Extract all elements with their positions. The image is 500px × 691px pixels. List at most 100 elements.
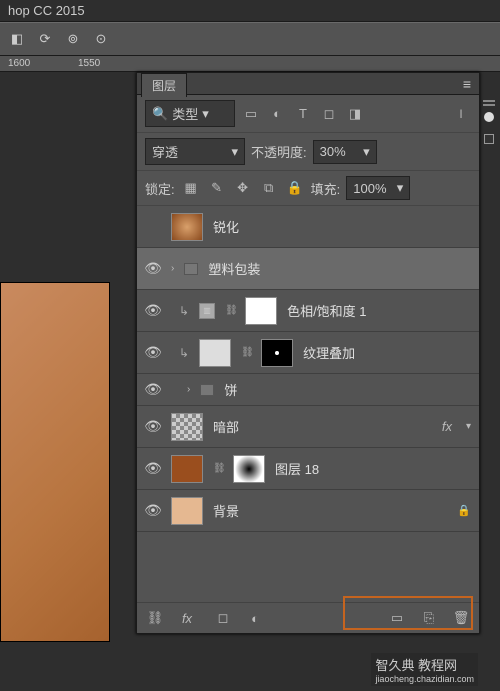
layer-name[interactable]: 锐化 bbox=[213, 217, 471, 236]
lock-transparency-icon[interactable]: ▦ bbox=[181, 179, 201, 197]
tool-icon-4[interactable]: ⊙ bbox=[90, 28, 112, 50]
layer-mask-thumbnail[interactable] bbox=[233, 455, 265, 483]
layer-thumbnail[interactable] bbox=[199, 339, 231, 367]
layer-name[interactable]: 塑料包装 bbox=[208, 259, 471, 278]
layer-row[interactable]: 👁 ⛓ 图层 18 bbox=[137, 448, 479, 490]
panel-tab-bar: 图层 ≡ bbox=[137, 73, 479, 95]
panel-menu-icon[interactable]: ≡ bbox=[459, 76, 475, 92]
layer-row[interactable]: 👁 ↳ ▥ ⛓ 色相/饱和度 1 bbox=[137, 290, 479, 332]
folder-icon bbox=[184, 263, 198, 275]
folder-icon bbox=[200, 384, 214, 396]
new-layer-button[interactable]: ⎘ bbox=[419, 609, 439, 627]
chevron-down-icon: ▾ bbox=[397, 180, 404, 196]
layers-empty-area bbox=[137, 532, 479, 602]
watermark-line1: 智久典 教程网 bbox=[375, 655, 474, 674]
expand-icon[interactable]: › bbox=[187, 384, 190, 395]
layer-mask-thumbnail[interactable] bbox=[261, 339, 293, 367]
tool-icon-2[interactable]: ⟳ bbox=[34, 28, 56, 50]
layer-name[interactable]: 图层 18 bbox=[275, 459, 471, 478]
layer-filter-row: 🔍 类型 ▾ ▭ ◐ T ◻ ◨ ⏽ bbox=[137, 95, 479, 133]
search-icon: 🔍 bbox=[152, 106, 168, 122]
visibility-toggle[interactable]: 👁 bbox=[145, 461, 161, 477]
layer-name[interactable]: 背景 bbox=[213, 501, 447, 520]
filter-adjustment-icon[interactable]: ◐ bbox=[267, 105, 287, 123]
lock-all-icon[interactable]: 🔒 bbox=[285, 179, 305, 197]
filter-kind-dropdown[interactable]: 🔍 类型 ▾ bbox=[145, 100, 235, 127]
layer-thumbnail[interactable] bbox=[171, 413, 203, 441]
add-mask-button[interactable]: ◻ bbox=[213, 609, 233, 627]
mask-link-icon[interactable]: ⛓ bbox=[213, 463, 223, 474]
adjustment-icon: ▥ bbox=[199, 303, 215, 319]
delete-layer-button[interactable]: 🗑 bbox=[451, 609, 471, 627]
layer-name[interactable]: 暗部 bbox=[213, 417, 432, 436]
canvas-preview[interactable] bbox=[0, 282, 110, 642]
workarea: 图层 ≡ 🔍 类型 ▾ ▭ ◐ T ◻ ◨ ⏽ 穿透 ▾ 不透明度: 30% bbox=[0, 72, 500, 691]
visibility-toggle[interactable] bbox=[145, 219, 161, 235]
layer-name[interactable]: 纹理叠加 bbox=[303, 343, 471, 362]
panel-collapse-strip[interactable] bbox=[482, 100, 496, 106]
fill-value: 100% bbox=[353, 181, 386, 196]
layer-row[interactable]: 👁 背景 🔒 bbox=[137, 490, 479, 532]
layer-thumbnail[interactable] bbox=[171, 213, 203, 241]
layer-name[interactable]: 饼 bbox=[224, 380, 471, 399]
layer-thumbnail[interactable] bbox=[171, 497, 203, 525]
link-layers-button[interactable]: ⛓ bbox=[145, 609, 165, 627]
tab-layers[interactable]: 图层 bbox=[141, 73, 187, 97]
visibility-toggle[interactable]: 👁 bbox=[145, 503, 161, 519]
lock-artboard-icon[interactable]: ⧉ bbox=[259, 179, 279, 197]
layer-group-row[interactable]: 👁 › 塑料包装 bbox=[137, 248, 479, 290]
foreground-swatch[interactable] bbox=[484, 112, 494, 122]
filter-pixel-icon[interactable]: ▭ bbox=[241, 105, 261, 123]
fill-input[interactable]: 100% ▾ bbox=[346, 176, 410, 200]
layers-list: 锐化 👁 › 塑料包装 👁 ↳ ▥ ⛓ 色相/饱和度 1 👁 ↳ ⛓ bbox=[137, 206, 479, 532]
tool-icon-3[interactable]: ⊚ bbox=[62, 28, 84, 50]
layers-panel-footer: ⛓ fx ◻ ◐ ▭ ⎘ 🗑 bbox=[137, 602, 479, 633]
opacity-label: 不透明度: bbox=[251, 142, 307, 161]
filter-type-icon[interactable]: T bbox=[293, 105, 313, 123]
chevron-down-icon: ▾ bbox=[231, 144, 238, 160]
layer-style-button[interactable]: fx bbox=[177, 609, 197, 627]
layer-name[interactable]: 色相/饱和度 1 bbox=[287, 301, 471, 320]
lock-fill-row: 锁定: ▦ ✎ ✥ ⧉ 🔒 填充: 100% ▾ bbox=[137, 171, 479, 206]
expand-icon[interactable]: › bbox=[171, 263, 174, 274]
blend-opacity-row: 穿透 ▾ 不透明度: 30% ▾ bbox=[137, 133, 479, 171]
app-title: hop CC 2015 bbox=[8, 3, 85, 18]
filter-kind-label: 类型 bbox=[172, 104, 198, 123]
layer-group-row[interactable]: 👁 › 饼 bbox=[137, 374, 479, 406]
app-title-bar: hop CC 2015 bbox=[0, 0, 500, 22]
layer-thumbnail[interactable] bbox=[171, 455, 203, 483]
lock-icon: 🔒 bbox=[457, 504, 471, 517]
layer-row[interactable]: 👁 ↳ ⛓ 纹理叠加 bbox=[137, 332, 479, 374]
layer-row[interactable]: 锐化 bbox=[137, 206, 479, 248]
new-group-button[interactable]: ▭ bbox=[387, 609, 407, 627]
lock-brush-icon[interactable]: ✎ bbox=[207, 179, 227, 197]
opacity-value: 30% bbox=[320, 144, 346, 159]
clip-indicator-icon: ↳ bbox=[179, 304, 189, 318]
lock-position-icon[interactable]: ✥ bbox=[233, 179, 253, 197]
fx-expand-icon[interactable]: ▾ bbox=[466, 421, 471, 432]
tool-icon-1[interactable]: ◧ bbox=[6, 28, 28, 50]
mask-link-icon[interactable]: ⛓ bbox=[225, 305, 235, 316]
mask-link-icon[interactable]: ⛓ bbox=[241, 347, 251, 358]
fx-badge[interactable]: fx bbox=[442, 419, 452, 434]
visibility-toggle[interactable]: 👁 bbox=[145, 382, 161, 398]
visibility-toggle[interactable]: 👁 bbox=[145, 303, 161, 319]
ruler-mark: 1550 bbox=[78, 58, 100, 69]
visibility-toggle[interactable]: 👁 bbox=[145, 345, 161, 361]
ruler-mark: 1600 bbox=[8, 58, 30, 69]
blend-mode-value: 穿透 bbox=[152, 142, 178, 161]
visibility-toggle[interactable]: 👁 bbox=[145, 261, 161, 277]
blend-mode-dropdown[interactable]: 穿透 ▾ bbox=[145, 138, 245, 165]
adjustment-layer-button[interactable]: ◐ bbox=[245, 609, 265, 627]
visibility-toggle[interactable]: 👁 bbox=[145, 419, 161, 435]
layer-mask-thumbnail[interactable] bbox=[245, 297, 277, 325]
horizontal-ruler: 1600 1550 bbox=[0, 56, 500, 72]
layers-panel: 图层 ≡ 🔍 类型 ▾ ▭ ◐ T ◻ ◨ ⏽ 穿透 ▾ 不透明度: 30% bbox=[136, 72, 480, 634]
background-swatch[interactable] bbox=[484, 134, 494, 144]
filter-shape-icon[interactable]: ◻ bbox=[319, 105, 339, 123]
layer-row[interactable]: 👁 暗部 fx ▾ bbox=[137, 406, 479, 448]
opacity-input[interactable]: 30% ▾ bbox=[313, 140, 377, 164]
filter-smart-icon[interactable]: ◨ bbox=[345, 105, 365, 123]
filter-toggle-icon[interactable]: ⏽ bbox=[451, 105, 471, 123]
lock-label: 锁定: bbox=[145, 179, 175, 198]
